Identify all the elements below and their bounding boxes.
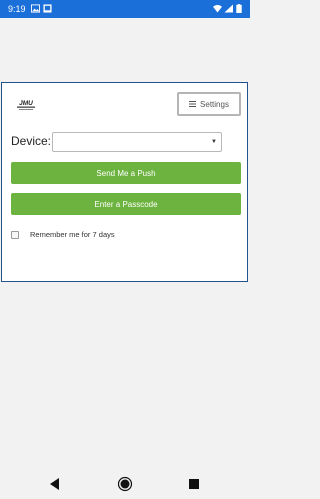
signal-icon [224, 4, 233, 13]
chevron-down-icon: ▼ [211, 139, 217, 145]
send-push-button[interactable]: Send Me a Push [11, 162, 241, 184]
status-bar: 9:19 [0, 0, 250, 18]
remember-me-checkbox[interactable] [11, 231, 19, 239]
organization-logo: JMU [17, 100, 35, 110]
back-icon[interactable] [47, 476, 63, 492]
gallery-notification-icon [43, 4, 52, 13]
device-select[interactable]: ▼ [52, 132, 222, 152]
enter-passcode-button[interactable]: Enter a Passcode [11, 193, 241, 215]
wifi-icon [213, 4, 222, 13]
settings-label: Settings [200, 99, 229, 109]
battery-icon [236, 4, 242, 13]
recents-icon[interactable] [186, 476, 202, 492]
status-time: 9:19 [8, 4, 26, 14]
auth-prompt-card: JMU Settings Device: ▼ Send Me a Push En… [1, 82, 248, 282]
remember-me-label: Remember me for 7 days [30, 230, 115, 239]
menu-icon [189, 101, 197, 107]
device-label: Device: [11, 134, 52, 148]
settings-button[interactable]: Settings [177, 92, 241, 116]
home-icon[interactable] [117, 476, 133, 492]
svg-text:JMU: JMU [19, 100, 33, 107]
image-notification-icon [31, 4, 40, 13]
navigation-bar [0, 469, 250, 499]
